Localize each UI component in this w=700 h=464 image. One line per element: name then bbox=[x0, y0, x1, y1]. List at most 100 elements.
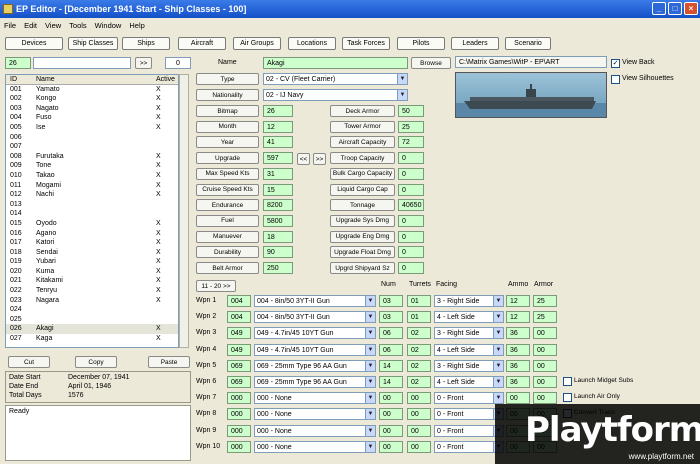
stat-fuel-button[interactable]: Fuel bbox=[196, 214, 259, 227]
list-item[interactable]: 011 Mogami X bbox=[6, 181, 178, 191]
menu-tools[interactable]: Tools bbox=[69, 21, 87, 30]
stat-troop-capacity-field[interactable]: 0 bbox=[398, 152, 424, 165]
stat-tower-armor-field[interactable]: 25 bbox=[398, 120, 424, 133]
stat-upgrade-sys-dmg-field[interactable]: 0 bbox=[398, 214, 424, 227]
nav-pilots-button[interactable]: Pilots bbox=[397, 37, 445, 50]
list-item[interactable]: 004 Fuso X bbox=[6, 113, 178, 123]
stat-deck-armor-button[interactable]: Deck Armor bbox=[330, 105, 395, 117]
id-field[interactable]: 26 bbox=[5, 57, 31, 69]
weapon-armor-field[interactable]: 00 bbox=[533, 327, 557, 340]
stat-bulk-cargo-capacity-button[interactable]: Bulk Cargo Capacity bbox=[330, 167, 395, 180]
weapon-id-field[interactable]: 069 bbox=[227, 376, 251, 388]
weapon-facing-select[interactable]: 0 - Front▼ bbox=[434, 408, 504, 421]
list-item[interactable]: 021 Kitakami X bbox=[6, 276, 178, 286]
weapon-turrets-field[interactable]: 02 bbox=[407, 376, 431, 388]
weapon-facing-select[interactable]: 0 - Front▼ bbox=[434, 440, 504, 453]
list-item[interactable]: 012 Nachi X bbox=[6, 190, 178, 200]
list-item[interactable]: 006 bbox=[6, 133, 178, 143]
weapon-facing-select[interactable]: 0 - Front▼ bbox=[434, 392, 504, 405]
weapon-num-field[interactable]: 14 bbox=[379, 359, 403, 372]
list-item[interactable]: 022 Tenryu X bbox=[6, 286, 178, 296]
weapon-id-field[interactable]: 000 bbox=[227, 440, 251, 453]
menu-file[interactable]: File bbox=[4, 21, 16, 30]
weapon-armor-field[interactable]: 25 bbox=[533, 295, 557, 307]
list-item[interactable]: 017 Katori X bbox=[6, 238, 178, 248]
stat-liquid-cargo-cap-button[interactable]: Liquid Cargo Cap bbox=[330, 183, 395, 196]
list-item[interactable]: 007 bbox=[6, 142, 178, 152]
weapon-ammo-field[interactable]: 12 bbox=[506, 311, 530, 324]
weapon-num-field[interactable]: 00 bbox=[379, 440, 403, 453]
stat-upgrade-float-dmg-button[interactable]: Upgrade Float Dmg bbox=[330, 246, 395, 259]
weapon-num-field[interactable]: 06 bbox=[379, 343, 403, 356]
weapon-ammo-field[interactable]: 12 bbox=[506, 295, 530, 307]
list-item[interactable]: 009 Tone X bbox=[6, 161, 178, 171]
list-item[interactable]: 005 Ise X bbox=[6, 123, 178, 133]
stat-troop-capacity-button[interactable]: Troop Capacity bbox=[330, 152, 395, 165]
cut-button[interactable]: Cut bbox=[8, 356, 50, 368]
nationality-button[interactable]: Nationality bbox=[196, 89, 259, 101]
stat-tonnage-button[interactable]: Tonnage bbox=[330, 199, 395, 212]
search-input[interactable] bbox=[33, 57, 131, 69]
weapon-num-field[interactable]: 00 bbox=[379, 424, 403, 437]
weapon-armor-field[interactable]: 25 bbox=[533, 311, 557, 324]
stat-upgrd-shipyard-sz-field[interactable]: 0 bbox=[398, 262, 424, 274]
stat-fuel-field[interactable]: 5800 bbox=[263, 214, 293, 227]
weapon-turrets-field[interactable]: 00 bbox=[407, 408, 431, 421]
nav-aircraft-button[interactable]: Aircraft bbox=[178, 37, 226, 50]
weapon-select[interactable]: 000 - None ▼ bbox=[254, 440, 376, 453]
list-scrollbar[interactable] bbox=[179, 74, 189, 348]
next-upgrade-button[interactable]: >> bbox=[313, 153, 326, 165]
col-id[interactable]: ID bbox=[6, 75, 36, 84]
weapon-num-field[interactable]: 03 bbox=[379, 295, 403, 307]
nav-devices-button[interactable]: Devices bbox=[5, 37, 63, 50]
nav-scenario-button[interactable]: Scenario bbox=[505, 37, 551, 50]
weapon-facing-select[interactable]: 3 - Right Side ▼ bbox=[434, 327, 504, 340]
list-item[interactable]: 019 Yubari X bbox=[6, 257, 178, 267]
stat-aircraft-capacity-field[interactable]: 72 bbox=[398, 136, 424, 149]
stat-upgrade-float-dmg-field[interactable]: 0 bbox=[398, 246, 424, 259]
goto-button[interactable]: >> bbox=[135, 57, 152, 69]
menu-window[interactable]: Window bbox=[95, 21, 122, 30]
list-item[interactable]: 025 bbox=[6, 315, 178, 325]
list-item[interactable]: 023 Nagara X bbox=[6, 296, 178, 306]
weapon-num-field[interactable]: 14 bbox=[379, 376, 403, 388]
type-select[interactable]: 02 - CV (Fleet Carrier) ▼ bbox=[263, 73, 408, 85]
list-item[interactable]: 015 Oyodo X bbox=[6, 219, 178, 229]
weapon-id-field[interactable]: 049 bbox=[227, 327, 251, 340]
prev-upgrade-button[interactable]: << bbox=[297, 153, 310, 165]
weapon-armor-field[interactable]: 00 bbox=[533, 343, 557, 356]
stat-upgrade-eng-dmg-field[interactable]: 0 bbox=[398, 230, 424, 243]
weapon-turrets-field[interactable]: 02 bbox=[407, 359, 431, 372]
minimize-button[interactable]: _ bbox=[652, 2, 666, 15]
weapon-facing-select[interactable]: 3 - Right Side ▼ bbox=[434, 295, 504, 307]
weapon-num-field[interactable]: 00 bbox=[379, 392, 403, 405]
weapon-ammo-field[interactable]: 00 bbox=[506, 392, 530, 405]
option-checkbox[interactable] bbox=[563, 377, 572, 386]
stat-upgrade-sys-dmg-button[interactable]: Upgrade Sys Dmg bbox=[330, 214, 395, 227]
weapon-num-field[interactable]: 03 bbox=[379, 311, 403, 324]
list-item[interactable]: 014 bbox=[6, 209, 178, 219]
stat-endurance-button[interactable]: Endurance bbox=[196, 199, 259, 212]
col-name[interactable]: Name bbox=[36, 75, 156, 84]
weapon-id-field[interactable]: 049 bbox=[227, 343, 251, 356]
weapon-turrets-field[interactable]: 02 bbox=[407, 327, 431, 340]
weapon-select[interactable]: 069 - 25mm Type 96 AA Gun ▼ bbox=[254, 376, 376, 388]
weapon-turrets-field[interactable]: 02 bbox=[407, 343, 431, 356]
menu-edit[interactable]: Edit bbox=[24, 21, 37, 30]
stat-upgrade-field[interactable]: 597 bbox=[263, 152, 293, 165]
weapon-turrets-field[interactable]: 00 bbox=[407, 424, 431, 437]
weapon-ammo-field[interactable]: 36 bbox=[506, 327, 530, 340]
list-item[interactable]: 020 Kuma X bbox=[6, 267, 178, 277]
stat-cruise-speed-kts-field[interactable]: 15 bbox=[263, 183, 293, 196]
stat-max-speed-kts-field[interactable]: 31 bbox=[263, 167, 293, 180]
weapon-select[interactable]: 000 - None ▼ bbox=[254, 392, 376, 405]
type-button[interactable]: Type bbox=[196, 73, 259, 85]
option-checkbox[interactable] bbox=[563, 393, 572, 403]
nav-air-groups-button[interactable]: Air Groups bbox=[233, 37, 281, 50]
nav-ships-button[interactable]: Ships bbox=[122, 37, 170, 50]
menu-view[interactable]: View bbox=[45, 21, 61, 30]
stat-manuever-button[interactable]: Manuever bbox=[196, 230, 259, 243]
stat-manuever-field[interactable]: 18 bbox=[263, 230, 293, 243]
nav-leaders-button[interactable]: Leaders bbox=[451, 37, 499, 50]
copy-button[interactable]: Copy bbox=[75, 356, 117, 368]
